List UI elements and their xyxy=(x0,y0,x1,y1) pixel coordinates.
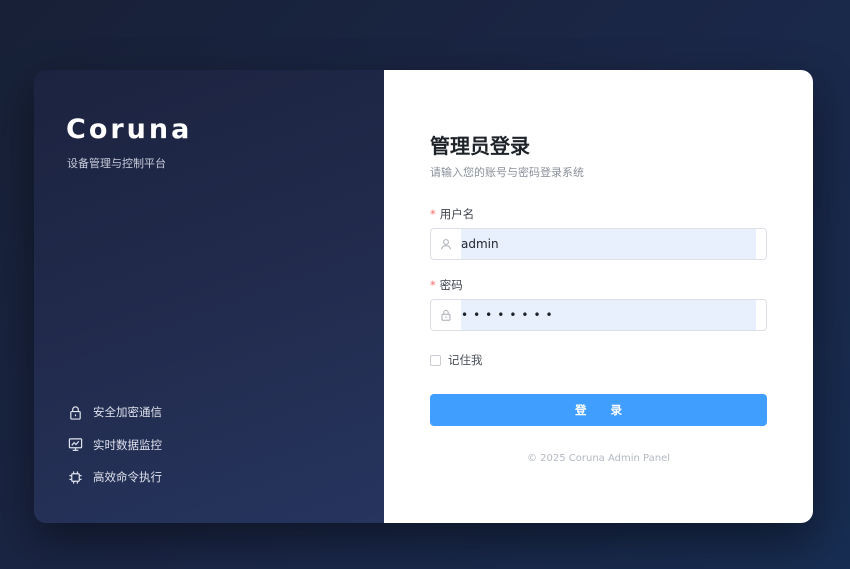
remember-label: 记住我 xyxy=(448,353,483,367)
required-mark: * xyxy=(430,207,436,221)
username-label-text: 用户名 xyxy=(439,207,475,221)
required-mark: * xyxy=(430,278,436,292)
chip-icon xyxy=(67,469,83,485)
feature-label: 安全加密通信 xyxy=(93,405,162,419)
lock-icon xyxy=(431,300,461,330)
remember-me[interactable]: 记住我 xyxy=(430,352,483,368)
password-field[interactable]: •••••••• xyxy=(430,299,767,331)
remember-checkbox[interactable] xyxy=(430,354,441,366)
copyright-footer: © 2025 Coruna Admin Panel xyxy=(526,453,671,464)
username-label: * 用户名 xyxy=(430,206,474,222)
feature-list: 安全加密通信 实时数据监控 高效命令执行 xyxy=(67,402,162,500)
username-field[interactable]: admin xyxy=(430,228,767,260)
brand-subtitle: 设备管理与控制平台 xyxy=(67,157,166,170)
user-icon xyxy=(431,229,461,259)
login-form-panel: 管理员登录 请输入您的账号与密码登录系统 * 用户名 admin * 密码 ••… xyxy=(384,70,813,523)
page-title: 管理员登录 xyxy=(430,134,530,158)
lock-icon xyxy=(67,404,83,420)
username-input[interactable]: admin xyxy=(461,229,756,259)
feature-item-execution: 高效命令执行 xyxy=(67,467,162,487)
brand-name: Coruna xyxy=(66,114,193,145)
feature-item-monitoring: 实时数据监控 xyxy=(67,435,162,455)
feature-label: 实时数据监控 xyxy=(93,437,162,452)
login-button[interactable]: 登 录 xyxy=(430,394,767,426)
page-subtitle: 请输入您的账号与密码登录系统 xyxy=(430,166,584,179)
password-label: * 密码 xyxy=(430,277,463,293)
monitor-chart-icon xyxy=(67,437,83,453)
brand-panel: Coruna 设备管理与控制平台 安全加密通信 实时数据监控 高效命令执行 xyxy=(34,70,384,523)
feature-item-encryption: 安全加密通信 xyxy=(67,402,162,422)
feature-label: 高效命令执行 xyxy=(93,470,162,484)
login-card: Coruna 设备管理与控制平台 安全加密通信 实时数据监控 高效命令执行 管理… xyxy=(34,70,813,523)
password-label-text: 密码 xyxy=(439,278,463,292)
password-input[interactable]: •••••••• xyxy=(461,300,756,330)
